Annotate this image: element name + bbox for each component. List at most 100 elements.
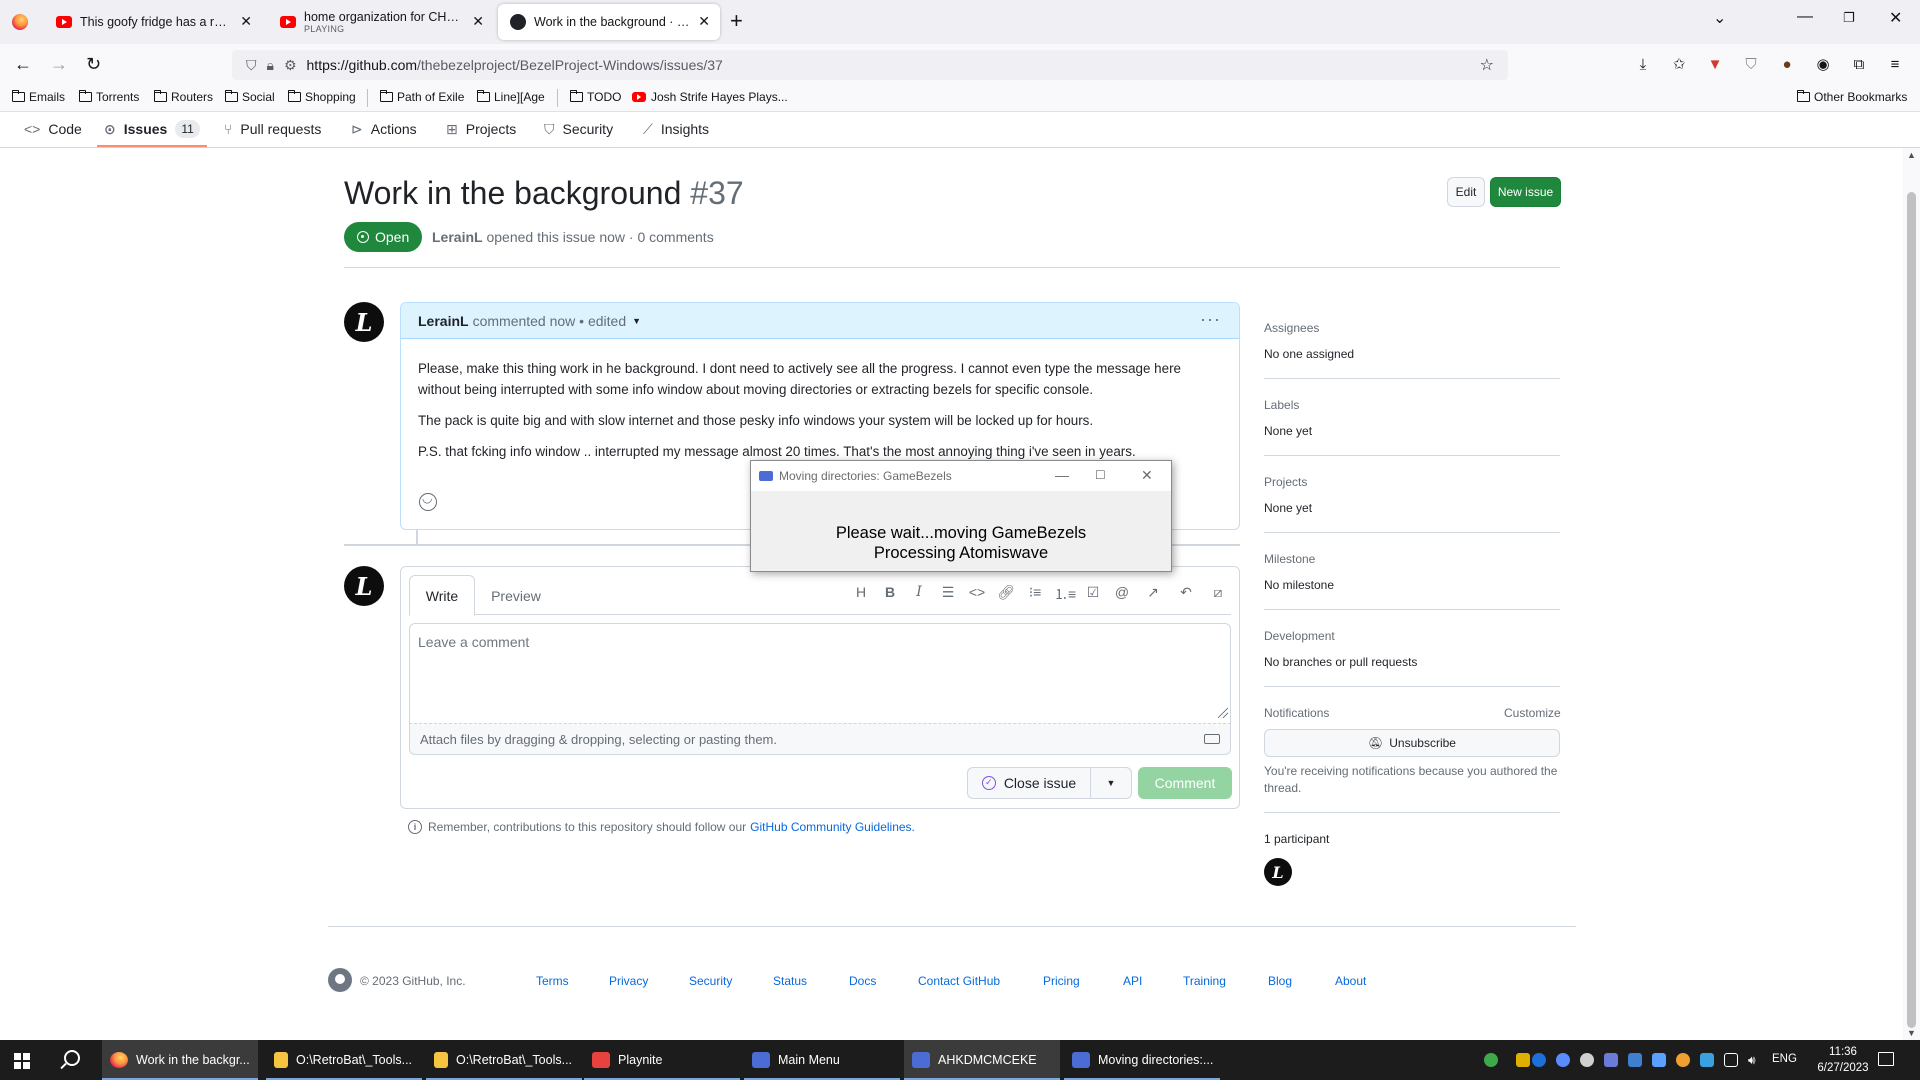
tray-hdd-icon[interactable] <box>1516 1053 1530 1067</box>
minimize-icon[interactable]: — <box>1055 467 1069 483</box>
downloads-icon[interactable]: ⤓ <box>1634 56 1652 74</box>
scroll-up-icon[interactable]: ▲ <box>1907 150 1916 160</box>
bookmark-josh-strife-hayes[interactable]: Josh Strife Hayes Plays... <box>632 90 788 104</box>
extension-b-icon[interactable]: ◉ <box>1814 56 1832 74</box>
resize-grip-icon[interactable] <box>1218 708 1228 718</box>
footer-link-privacy[interactable]: Privacy <box>609 974 648 988</box>
link-icon[interactable]: 🔗︎ <box>996 584 1016 601</box>
reply-icon[interactable]: ↶ <box>1176 584 1196 601</box>
maximize-icon[interactable]: ☐ <box>1095 468 1106 482</box>
scroll-thumb[interactable] <box>1907 192 1916 1028</box>
firefox-icon[interactable] <box>12 14 28 30</box>
tasklist-icon[interactable]: ☑ <box>1083 584 1103 601</box>
tab-pull-requests[interactable]: ⑂ Pull requests <box>224 116 321 142</box>
tab-security[interactable]: ⛉ Security <box>544 116 613 142</box>
attach-files-area[interactable]: Attach files by dragging & dropping, sel… <box>409 723 1231 755</box>
taskbar-app-firefox[interactable]: Work in the backgr... <box>102 1040 258 1080</box>
taskbar-app-playnite[interactable]: Playnite <box>584 1040 740 1080</box>
comment-textarea[interactable]: Leave a comment <box>409 623 1231 723</box>
kebab-horizontal-icon[interactable]: ··· <box>1200 309 1221 330</box>
projects-label[interactable]: Projects <box>1264 475 1307 489</box>
smiley-icon[interactable] <box>419 491 437 511</box>
reload-icon[interactable]: ↻ <box>86 52 101 76</box>
vivaldi-extension-icon[interactable]: ▼ <box>1706 56 1724 74</box>
browser-tab-2[interactable]: home organization for CHAOTIC PLAYING ✕ <box>268 4 494 40</box>
back-arrow-icon[interactable]: ← <box>14 52 32 76</box>
comment-button[interactable]: Comment <box>1138 767 1232 799</box>
unsubscribe-button[interactable]: 🔕︎ Unsubscribe <box>1264 729 1560 757</box>
bookmark-social[interactable]: Social <box>225 90 275 104</box>
italic-icon[interactable]: I <box>909 584 929 600</box>
bookmark-other[interactable]: Other Bookmarks <box>1797 90 1907 104</box>
url-bar[interactable]: ⛉ 🔒︎ ⚙︎ https://github.com/thebezelproje… <box>232 50 1508 80</box>
footer-link-api[interactable]: API <box>1123 974 1142 988</box>
dialog-titlebar[interactable]: Moving directories: GameBezels <box>751 461 1171 491</box>
ordered-list-icon[interactable]: ⒈≡ <box>1054 584 1076 604</box>
tab-insights[interactable]: ⟋ Insights <box>643 116 709 142</box>
minimize-icon[interactable]: — <box>1797 8 1813 26</box>
tray-app-icon[interactable] <box>1532 1053 1546 1067</box>
milestone-label[interactable]: Milestone <box>1264 552 1315 566</box>
tray-app-icon[interactable] <box>1604 1053 1618 1067</box>
browser-tab-1[interactable]: This goofy fridge has a really cle ✕ <box>44 4 262 40</box>
markdown-icon[interactable] <box>1204 734 1220 744</box>
footer-link-training[interactable]: Training <box>1183 974 1226 988</box>
bookmark-lineage[interactable]: Line][Age <box>477 90 545 104</box>
footer-link-terms[interactable]: Terms <box>536 974 569 988</box>
bookmark-todo[interactable]: TODO <box>570 90 621 104</box>
close-tab-icon[interactable]: ✕ <box>698 13 710 30</box>
page-scrollbar[interactable]: ▲ ▼ <box>1903 148 1920 1040</box>
avatar[interactable]: L <box>344 566 384 606</box>
windows-start-icon[interactable] <box>14 1053 30 1069</box>
language-indicator[interactable]: ENG <box>1772 1053 1797 1065</box>
author-link[interactable]: LerainL <box>432 229 483 245</box>
tray-app-icon[interactable] <box>1484 1053 1498 1067</box>
ublock-extension-icon[interactable]: ⛉ <box>1742 56 1760 74</box>
assignees-label[interactable]: Assignees <box>1264 321 1319 335</box>
tray-app-icon[interactable] <box>1628 1053 1642 1067</box>
customize-link[interactable]: Customize <box>1504 706 1561 720</box>
tray-app-icon[interactable] <box>1556 1053 1570 1067</box>
community-guidelines-link[interactable]: GitHub Community Guidelines. <box>750 820 915 834</box>
bookmark-shopping[interactable]: Shopping <box>288 90 356 104</box>
tab-list-chevron-icon[interactable]: ⌄ <box>1713 8 1726 28</box>
close-issue-button[interactable]: ✓ Close issue <box>967 767 1091 799</box>
tab-actions[interactable]: ⊳ Actions <box>351 116 417 142</box>
bookmark-routers[interactable]: Routers <box>154 90 213 104</box>
permissions-icon[interactable]: ⚙︎ <box>284 57 297 74</box>
github-mark-icon[interactable] <box>328 968 352 992</box>
tab-code[interactable]: <> Code <box>24 116 82 142</box>
bookmark-emails[interactable]: Emails <box>12 90 65 104</box>
url-text[interactable]: https://github.com/thebezelproject/Bezel… <box>307 57 723 73</box>
taskbar-clock[interactable]: 11:36 6/27/2023 <box>1812 1044 1874 1076</box>
tray-app-icon[interactable] <box>1676 1053 1690 1067</box>
comment-author[interactable]: LerainL <box>418 313 469 329</box>
bookmark-star-icon[interactable]: ☆ <box>1480 55 1494 75</box>
bookmark-torrents[interactable]: Torrents <box>79 90 139 104</box>
pocket-icon[interactable]: ✩ <box>1670 56 1688 74</box>
tray-app-icon[interactable] <box>1580 1053 1594 1067</box>
unordered-list-icon[interactable]: ⁝≡ <box>1025 584 1045 601</box>
forward-arrow-icon[interactable]: → <box>50 52 68 76</box>
cross-reference-icon[interactable]: ↗ <box>1143 584 1163 601</box>
close-window-icon[interactable]: ✕ <box>1889 8 1902 28</box>
development-label[interactable]: Development <box>1264 629 1335 643</box>
bold-icon[interactable]: B <box>880 584 900 600</box>
lock-icon[interactable]: 🔒︎ <box>267 57 274 74</box>
scroll-down-icon[interactable]: ▼ <box>1907 1028 1916 1038</box>
footer-link-pricing[interactable]: Pricing <box>1043 974 1080 988</box>
close-icon[interactable]: ✕ <box>1141 467 1153 484</box>
triangle-down-icon[interactable]: ▼ <box>632 316 641 326</box>
footer-link-docs[interactable]: Docs <box>849 974 876 988</box>
avatar[interactable]: L <box>344 302 384 342</box>
slash-command-icon[interactable]: ⧄ <box>1208 584 1228 601</box>
tab-issues[interactable]: ⊙ Issues 11 <box>104 116 200 142</box>
close-issue-dropdown[interactable]: ▼ <box>1090 767 1132 799</box>
tab-write[interactable]: Write <box>409 575 475 616</box>
extensions-puzzle-icon[interactable]: ⧉ <box>1850 56 1868 74</box>
browser-tab-3-active[interactable]: Work in the background · Issue ✕ <box>498 4 720 40</box>
footer-link-about[interactable]: About <box>1335 974 1366 988</box>
taskbar-app-main-menu[interactable]: Main Menu <box>744 1040 900 1080</box>
close-tab-icon[interactable]: ✕ <box>240 13 252 30</box>
search-icon[interactable] <box>64 1050 80 1066</box>
